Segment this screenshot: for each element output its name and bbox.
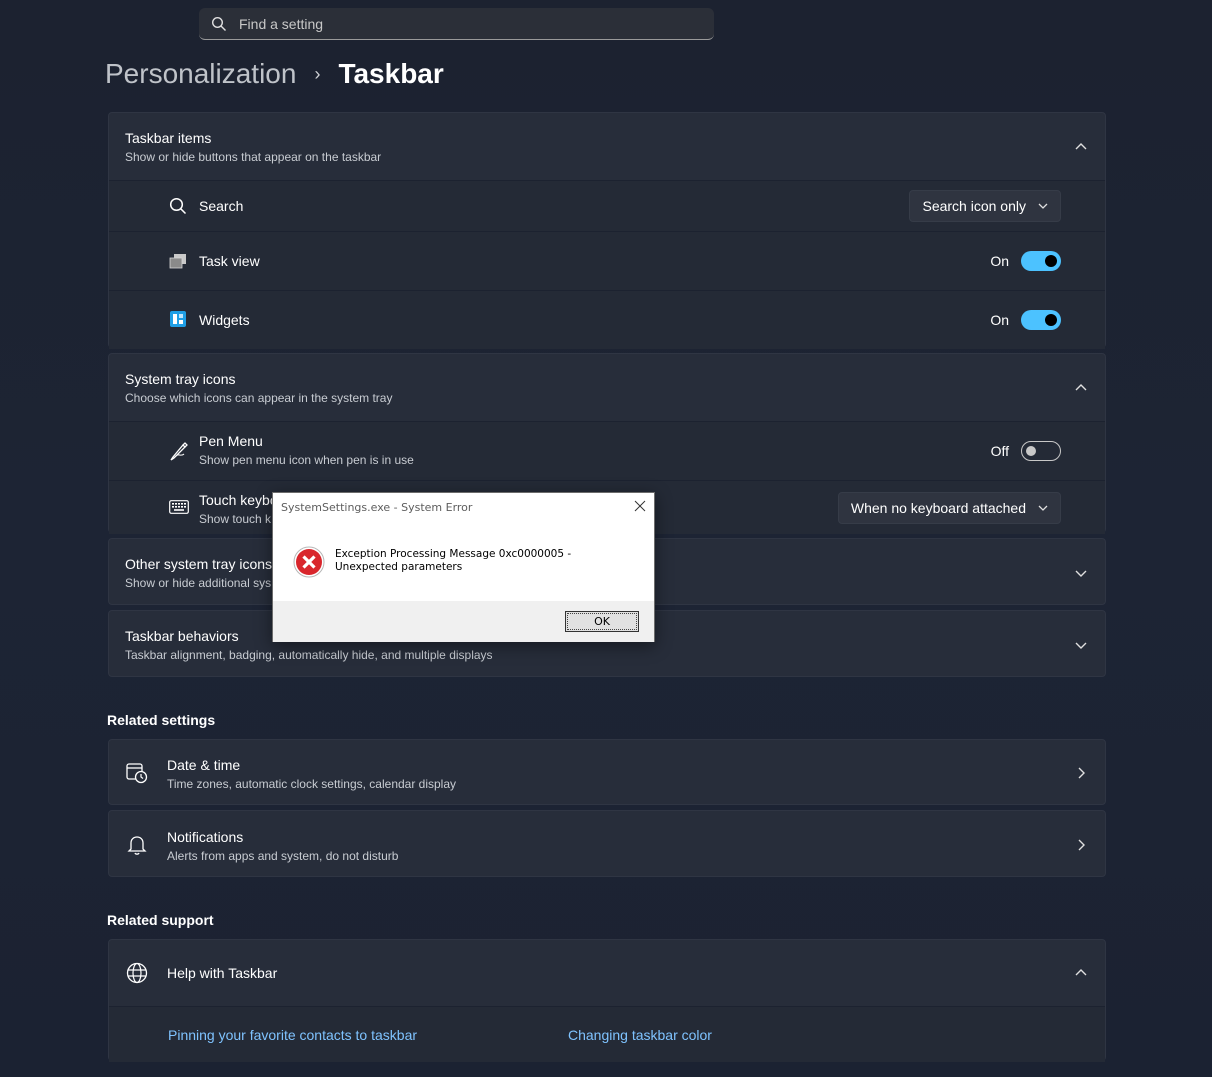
touch-keyboard-dropdown[interactable]: When no keyboard attached	[837, 492, 1061, 524]
date-time-card[interactable]: Date & time Time zones, automatic clock …	[108, 739, 1106, 805]
error-icon	[293, 546, 325, 578]
task-view-icon	[169, 254, 186, 269]
chevron-down-icon	[1038, 505, 1048, 511]
help-header[interactable]: Help with Taskbar	[109, 940, 1105, 1006]
breadcrumb: Personalization › Taskbar	[105, 58, 444, 90]
breadcrumb-parent[interactable]: Personalization	[105, 58, 296, 90]
calendar-clock-icon	[126, 763, 148, 784]
chevron-right-icon	[1078, 839, 1085, 851]
pen-menu-label: Pen Menu	[199, 433, 263, 449]
other-tray-description: Show or hide additional sys	[125, 575, 272, 590]
system-tray-header[interactable]: System tray icons Choose which icons can…	[109, 354, 1105, 421]
pen-menu-toggle-wrap: Off	[991, 441, 1061, 461]
date-time-title: Date & time	[167, 757, 241, 773]
widgets-toggle-wrap: On	[990, 310, 1061, 330]
ok-button[interactable]: OK	[565, 611, 639, 632]
taskbar-items-description: Show or hide buttons that appear on the …	[125, 149, 382, 164]
close-icon[interactable]	[632, 498, 648, 514]
task-view-toggle[interactable]	[1021, 251, 1061, 271]
pen-menu-state: Off	[990, 443, 1009, 459]
chevron-down-icon[interactable]	[1075, 567, 1087, 579]
widgets-row: Widgets On	[109, 291, 1105, 349]
taskbar-behaviors-description: Taskbar alignment, badging, automaticall…	[125, 647, 493, 662]
taskbar-items-card: Taskbar items Show or hide buttons that …	[108, 112, 1106, 349]
dialog-footer: OK	[273, 601, 654, 642]
widgets-state: On	[990, 312, 1009, 328]
pen-icon	[170, 442, 188, 461]
date-time-description: Time zones, automatic clock settings, ca…	[167, 777, 457, 791]
widgets-label: Widgets	[199, 312, 250, 328]
related-support-heading: Related support	[107, 912, 214, 928]
widgets-toggle[interactable]	[1021, 310, 1061, 330]
keyboard-icon	[169, 500, 189, 514]
help-title: Help with Taskbar	[167, 965, 278, 981]
globe-icon	[126, 962, 148, 984]
widgets-icon	[170, 311, 186, 327]
search-mode-value: Search icon only	[922, 198, 1026, 214]
chevron-right-icon	[1078, 767, 1085, 779]
task-view-row: Task view On	[109, 232, 1105, 290]
chevron-down-icon[interactable]	[1075, 639, 1087, 651]
page-title: Taskbar	[338, 58, 444, 89]
help-links: Pinning your favorite contacts to taskba…	[109, 1007, 1105, 1062]
chevron-up-icon[interactable]	[1075, 967, 1087, 979]
search-mode-dropdown[interactable]: Search icon only	[909, 190, 1061, 222]
notifications-card[interactable]: Notifications Alerts from apps and syste…	[108, 810, 1106, 877]
dialog-body: Exception Processing Message 0xc0000005 …	[273, 522, 654, 601]
pen-menu-toggle[interactable]	[1021, 441, 1061, 461]
help-link-pinning[interactable]: Pinning your favorite contacts to taskba…	[168, 1027, 417, 1043]
pen-menu-description: Show pen menu icon when pen is in use	[199, 453, 414, 467]
bell-icon	[127, 836, 147, 855]
notifications-description: Alerts from apps and system, do not dist…	[167, 849, 399, 863]
touch-keyboard-description: Show touch k	[199, 512, 272, 526]
dialog-message: Exception Processing Message 0xc0000005 …	[335, 548, 572, 573]
system-error-dialog: SystemSettings.exe - System Error Except…	[272, 492, 655, 642]
breadcrumb-separator-icon: ›	[314, 63, 321, 84]
task-view-state: On	[990, 253, 1009, 269]
pen-menu-row: Pen Menu Show pen menu icon when pen is …	[109, 422, 1105, 480]
dialog-title: SystemSettings.exe - System Error	[281, 501, 473, 514]
touch-keyboard-value: When no keyboard attached	[850, 500, 1026, 516]
task-view-toggle-wrap: On	[990, 251, 1061, 271]
related-settings-heading: Related settings	[107, 712, 216, 728]
search-placeholder: Find a setting	[239, 15, 324, 32]
system-tray-title: System tray icons	[125, 370, 236, 387]
taskbar-items-title: Taskbar items	[125, 129, 212, 146]
search-label: Search	[199, 198, 244, 214]
taskbar-items-header[interactable]: Taskbar items Show or hide buttons that …	[109, 113, 1105, 180]
notifications-title: Notifications	[167, 829, 244, 845]
help-card: Help with Taskbar Pinning your favorite …	[108, 939, 1106, 1062]
chevron-down-icon	[1038, 203, 1048, 209]
touch-keyboard-label: Touch keybo	[199, 492, 278, 508]
task-view-label: Task view	[199, 253, 260, 269]
chevron-up-icon[interactable]	[1075, 382, 1087, 394]
chevron-up-icon[interactable]	[1075, 141, 1087, 153]
other-tray-title: Other system tray icons	[125, 555, 273, 572]
help-link-color[interactable]: Changing taskbar color	[568, 1027, 712, 1043]
search-icon	[169, 197, 187, 215]
search-input[interactable]: Find a setting	[199, 8, 714, 40]
search-row: Search Search icon only	[109, 181, 1105, 231]
search-icon	[211, 16, 226, 31]
system-tray-description: Choose which icons can appear in the sys…	[125, 390, 393, 405]
